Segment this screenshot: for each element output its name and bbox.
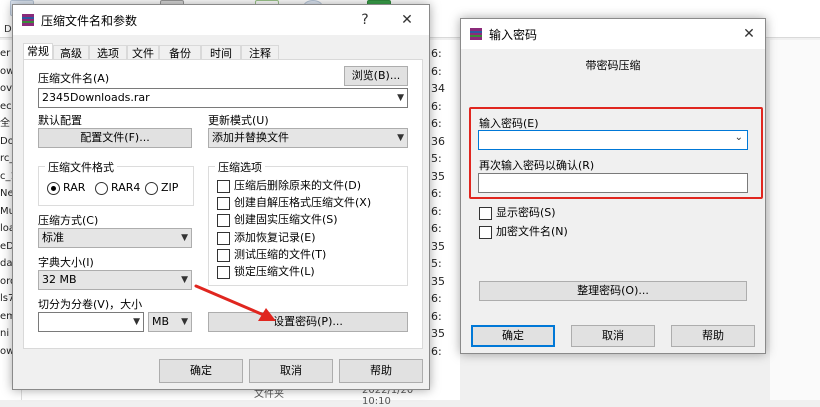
annotation-arrow bbox=[194, 284, 276, 321]
close-icon[interactable]: ✕ bbox=[735, 22, 763, 46]
checkbox-icon bbox=[217, 248, 230, 262]
archive-dialog-titlebar: 压缩文件名和参数 ? ✕ bbox=[13, 5, 429, 35]
method-value: 标准 bbox=[42, 231, 64, 244]
update-mode-value: 添加并替换文件 bbox=[212, 131, 289, 144]
format-radio-rar[interactable]: RAR bbox=[47, 181, 85, 195]
help-button[interactable]: 帮助 bbox=[339, 359, 423, 383]
chevron-down-icon: ▼ bbox=[181, 233, 188, 243]
checkbox-icon bbox=[217, 213, 230, 227]
dict-size-select[interactable]: 32 MB ▼ bbox=[38, 270, 192, 290]
method-select[interactable]: 标准 ▼ bbox=[38, 228, 192, 248]
password-help-button[interactable]: 帮助 bbox=[671, 325, 755, 347]
option-sfx[interactable]: 创建自解压格式压缩文件(X) bbox=[217, 196, 371, 210]
option-test[interactable]: 测试压缩的文件(T) bbox=[217, 248, 326, 262]
radio-icon bbox=[95, 181, 108, 195]
options-groupbox: 压缩选项 压缩后删除原来的文件(D) 创建自解压格式压缩文件(X) 创建固实压缩… bbox=[208, 159, 408, 286]
format-groupbox: 压缩文件格式 RAR RAR4 ZIP bbox=[38, 159, 194, 206]
split-size-input[interactable]: ▼ bbox=[38, 312, 144, 332]
password-dialog-titlebar: 输入密码 ✕ bbox=[461, 19, 765, 49]
chevron-down-icon[interactable]: ▼ bbox=[397, 89, 404, 107]
winrar-icon bbox=[470, 28, 482, 40]
profile-button[interactable]: 配置文件(F)... bbox=[38, 128, 192, 148]
reenter-password-label: 再次输入密码以确认(R) bbox=[479, 159, 595, 172]
checkbox-icon bbox=[479, 206, 492, 220]
format-radio-zip[interactable]: ZIP bbox=[145, 181, 178, 195]
options-group-title: 压缩选项 bbox=[215, 159, 265, 175]
option-solid[interactable]: 创建固实压缩文件(S) bbox=[217, 213, 338, 227]
encrypt-filenames-checkbox[interactable]: 加密文件名(N) bbox=[479, 225, 568, 239]
password-dialog-title: 输入密码 bbox=[489, 28, 538, 42]
enter-password-label: 输入密码(E) bbox=[479, 117, 539, 130]
split-unit-value: MB bbox=[152, 315, 170, 328]
update-mode-select[interactable]: 添加并替换文件 ▼ bbox=[208, 128, 408, 148]
chevron-down-icon: ▼ bbox=[133, 317, 140, 327]
checkbox-icon bbox=[217, 265, 230, 279]
chevron-down-icon[interactable]: ⌄ bbox=[735, 132, 743, 143]
winrar-icon bbox=[22, 14, 34, 26]
reenter-password-field[interactable] bbox=[478, 173, 748, 193]
archive-name-field[interactable]: 2345Downloads.rar ▼ bbox=[38, 88, 408, 108]
chevron-down-icon: ▼ bbox=[181, 275, 188, 285]
password-dialog-subtitle: 带密码压缩 bbox=[585, 59, 641, 72]
radio-icon bbox=[145, 181, 158, 195]
archive-dialog-title: 压缩文件名和参数 bbox=[41, 14, 138, 28]
option-lock[interactable]: 锁定压缩文件(L) bbox=[217, 265, 315, 279]
split-unit-select[interactable]: MB ▼ bbox=[148, 312, 192, 332]
dict-size-value: 32 MB bbox=[42, 273, 77, 286]
password-dialog: 输入密码 ✕ 带密码压缩 输入密码(E) ⌄ 再次输入密码以确认(R) 显示密码… bbox=[460, 18, 766, 354]
background-file-list-times: 6: 6: 34 6: 6: 36 5: 35 6: 6: 6: 35 5: 35 6: 6: 35 6: bbox=[430, 40, 460, 400]
checkbox-icon bbox=[479, 225, 492, 239]
option-recovery[interactable]: 添加恢复记录(E) bbox=[217, 231, 316, 245]
password-cancel-button[interactable]: 取消 bbox=[571, 325, 655, 347]
checkbox-icon bbox=[217, 179, 230, 193]
close-icon[interactable]: ✕ bbox=[393, 8, 421, 32]
password-ok-button[interactable]: 确定 bbox=[471, 325, 555, 347]
background-file-time: 6: bbox=[431, 344, 442, 358]
help-icon[interactable]: ? bbox=[351, 8, 379, 32]
method-label: 压缩方式(C) bbox=[38, 214, 99, 227]
format-group-title: 压缩文件格式 bbox=[45, 159, 117, 175]
checkbox-icon bbox=[217, 196, 230, 210]
show-password-checkbox[interactable]: 显示密码(S) bbox=[479, 206, 556, 220]
archive-name-label: 压缩文件名(A) bbox=[38, 72, 110, 85]
cancel-button[interactable]: 取消 bbox=[249, 359, 333, 383]
option-delete-after[interactable]: 压缩后删除原来的文件(D) bbox=[217, 179, 361, 193]
chevron-down-icon: ▼ bbox=[397, 133, 404, 143]
default-profile-label: 默认配置 bbox=[38, 114, 82, 127]
checkbox-icon bbox=[217, 231, 230, 245]
archive-name-value: 2345Downloads.rar bbox=[42, 91, 150, 104]
dict-size-label: 字典大小(I) bbox=[38, 256, 94, 269]
chevron-down-icon: ▼ bbox=[181, 317, 188, 327]
enter-password-field[interactable]: ⌄ bbox=[478, 130, 748, 150]
browse-button[interactable]: 浏览(B)... bbox=[344, 66, 408, 86]
split-label: 切分为分卷(V)，大小 bbox=[38, 298, 143, 311]
background-right-pane bbox=[770, 40, 820, 400]
organize-passwords-button[interactable]: 整理密码(O)... bbox=[479, 281, 747, 301]
radio-selected-icon bbox=[47, 181, 60, 195]
update-mode-label: 更新模式(U) bbox=[208, 114, 269, 127]
format-radio-rar4[interactable]: RAR4 bbox=[95, 181, 140, 195]
archive-params-dialog: 压缩文件名和参数 ? ✕ 常规 高级 选项 文件 备份 时间 注释 压缩文件名(… bbox=[12, 4, 430, 390]
ok-button[interactable]: 确定 bbox=[159, 359, 243, 383]
